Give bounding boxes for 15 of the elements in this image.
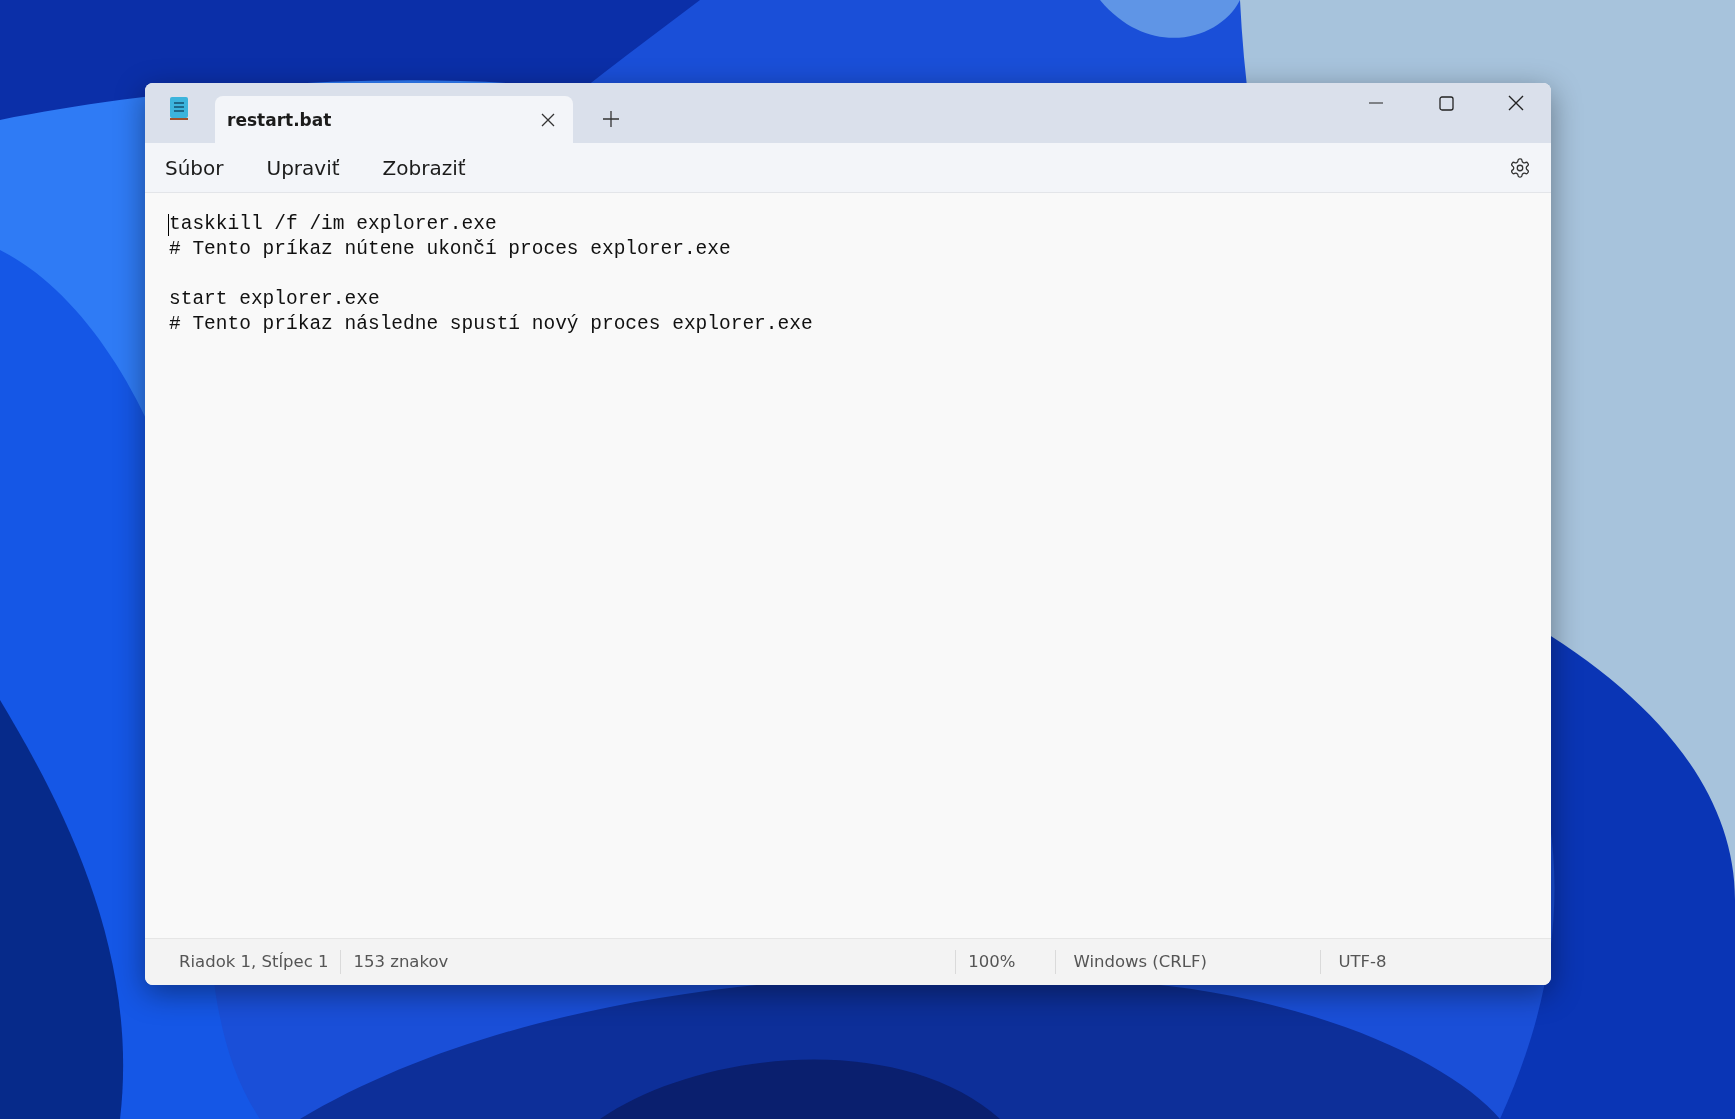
zoom-level: 100% (955, 950, 1056, 974)
code-line: taskkill /f /im explorer.exe (169, 212, 498, 237)
menu-item[interactable]: Upraviť (262, 149, 359, 186)
text-cursor (168, 214, 169, 236)
code-line: # Tento príkaz následne spustí nový proces explorer.exe (169, 312, 814, 337)
code-line: start explorer.exe (169, 287, 381, 312)
line-endings: Windows (CRLF) (1055, 950, 1321, 974)
menu-item[interactable]: Súbor (161, 149, 243, 186)
code-line: # Tento príkaz nútene ukončí proces explorer.exe (169, 237, 732, 262)
notepad-icon (168, 95, 190, 121)
character-count: 153 znakov (340, 950, 461, 974)
menu-item[interactable]: Zobraziť (378, 149, 485, 186)
cursor-position: Riadok 1, Stĺpec 1 (178, 951, 330, 973)
file-tab[interactable]: restart.bat (215, 96, 573, 143)
encoding: UTF-8 (1320, 950, 1399, 974)
